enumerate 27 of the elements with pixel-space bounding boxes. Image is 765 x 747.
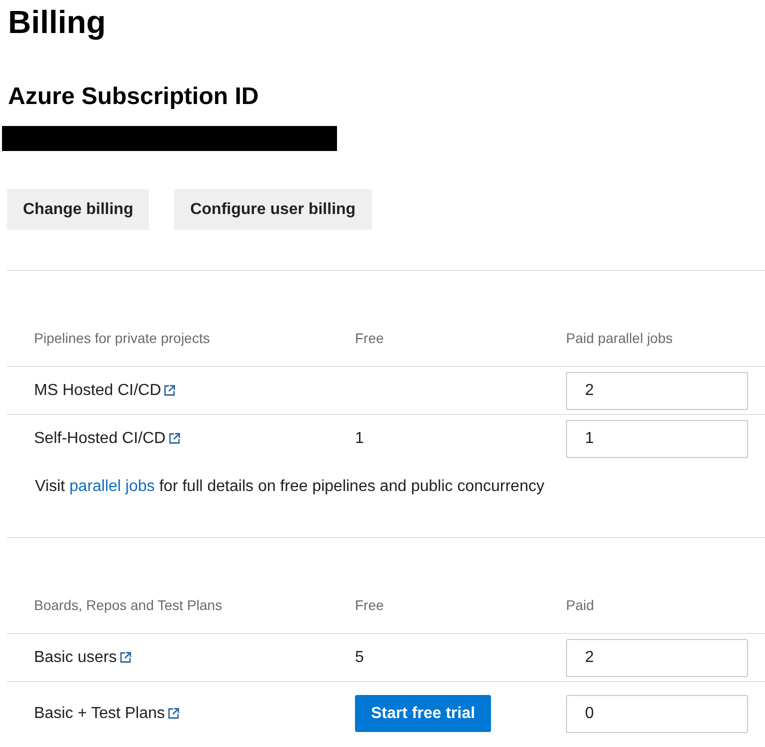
row-label: Basic + Test Plans xyxy=(34,704,165,722)
free-count: 5 xyxy=(355,648,364,666)
paid-count-field[interactable]: 2 xyxy=(566,638,748,676)
column-header: Free xyxy=(355,596,384,612)
paid-count-field[interactable]: 0 xyxy=(566,694,748,732)
column-header: Free xyxy=(355,330,384,346)
column-header: Paid parallel jobs xyxy=(566,330,673,346)
billing-button[interactable]: Configure user billing xyxy=(174,189,372,230)
info-text: Visit parallel jobs for full details on free pipelines and public concurrency xyxy=(35,477,544,497)
parallel-jobs-link[interactable]: parallel jobs xyxy=(69,478,155,495)
trial-button[interactable]: Start free trial xyxy=(355,695,492,732)
column-header: Pipelines for private projects xyxy=(34,330,210,346)
billing-button[interactable]: Change billing xyxy=(7,189,150,230)
external-link-icon xyxy=(164,384,176,396)
column-header: Boards, Repos and Test Plans xyxy=(34,596,222,612)
page-title: Billing xyxy=(7,3,107,42)
paid-count-field[interactable]: 2 xyxy=(566,372,748,410)
column-header: Paid xyxy=(566,596,594,612)
external-link-icon xyxy=(168,432,180,444)
row-label: Basic users xyxy=(34,648,117,666)
free-count: 1 xyxy=(355,430,364,446)
external-link-icon xyxy=(168,708,179,718)
external-link-icon xyxy=(120,652,131,662)
section-heading: Azure Subscription ID xyxy=(8,82,260,112)
paid-count-field[interactable]: 1 xyxy=(566,420,748,458)
row-label: MS Hosted CI/CD xyxy=(34,382,162,398)
row-label: Self-Hosted CI/CD xyxy=(34,430,166,446)
